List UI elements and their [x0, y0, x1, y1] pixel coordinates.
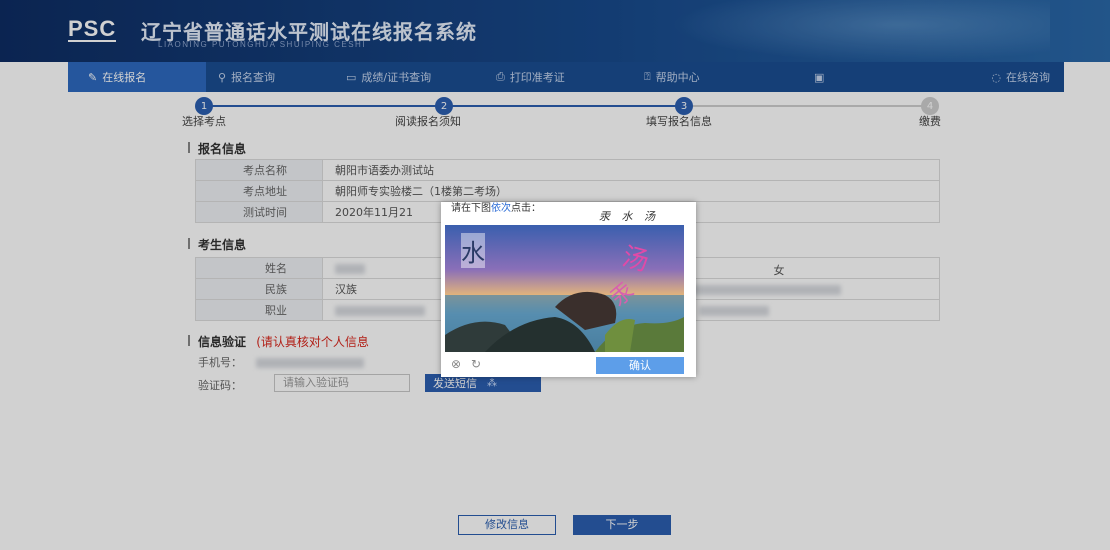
captcha-prompt: 请在下图依次点击： [451, 204, 571, 214]
search-icon: ⚲ [218, 70, 227, 84]
nav-item-document[interactable]: ▣ [802, 62, 912, 92]
captcha-image[interactable]: 水 汤 汞 [445, 225, 684, 352]
step-3-dot: 3 [675, 97, 693, 115]
step-connector [444, 105, 684, 107]
step-4-dot: 4 [921, 97, 939, 115]
refresh-icon[interactable]: ↻ [471, 357, 481, 371]
nav-label: 打印准考证 [509, 71, 565, 84]
verify-title: 信息验证 [198, 335, 247, 349]
redacted-value [670, 285, 841, 295]
captcha-confirm-button[interactable]: 确认 [596, 357, 684, 374]
redacted-value [698, 305, 769, 316]
nav-item-score-query[interactable]: ▭ 成绩/证书查询 [334, 62, 484, 92]
step-4-label: 缴费 [919, 115, 941, 128]
captcha-char: 水 [461, 233, 485, 268]
verification-code-input[interactable]: 请输入验证码 [274, 374, 410, 392]
nav-label: 成绩/证书查询 [361, 71, 432, 84]
send-sms-label: 发送短信 [433, 377, 477, 390]
section-verify-info: 信息验证 (请认真核对个人信息 [188, 333, 369, 350]
certificate-icon: ▭ [346, 70, 357, 84]
step-2-dot: 2 [435, 97, 453, 115]
section-registration-info: 报名信息 [188, 140, 246, 157]
step-1-label: 选择考点 [182, 115, 226, 128]
nav-item-register-query[interactable]: ⚲ 报名查询 [206, 62, 334, 92]
step-connector [204, 105, 444, 107]
gender-value: 女 [773, 263, 785, 277]
field-label: 考点名称 [195, 159, 323, 181]
nav-item-online-register[interactable]: ✎ 在线报名 [68, 62, 206, 92]
field-label: 职业 [195, 299, 323, 321]
redacted-occupation [335, 305, 425, 316]
site-subtitle: LIAONING PUTONGHUA SHUIPING CESHI [158, 40, 367, 49]
phone-label: 手机号： [198, 354, 364, 370]
next-step-button[interactable]: 下一步 [573, 515, 671, 535]
nav-label: 帮助中心 [655, 71, 700, 84]
nav-item-print-ticket[interactable]: ⎙ 打印准考证 [484, 62, 632, 92]
step-1-dot: 1 [195, 97, 213, 115]
verify-warning: (请认真核对个人信息 [256, 335, 369, 349]
captcha-footer: ⊗ ↻ 确认 [441, 354, 696, 376]
nav-item-help-center[interactable]: ⍰ 帮助中心 [632, 62, 802, 92]
step-3-label: 填写报名信息 [646, 115, 712, 128]
ethnicity-value: 汉族 [335, 283, 357, 296]
nav-item-online-consult[interactable]: ◌ 在线咨询 [912, 62, 1062, 92]
site-header: PSC 辽宁省普通话水平测试在线报名系统 LIAONING PUTONGHUA … [0, 0, 1110, 62]
document-icon: ▣ [814, 70, 825, 84]
captcha-dialog: 请在下图依次点击： 汞 水 汤 水 汤 汞 ⊗ ↻ 确认 [441, 202, 696, 377]
main-nav: ✎ 在线报名 ⚲ 报名查询 ▭ 成绩/证书查询 ⎙ 打印准考证 ⍰ 帮助中心 ▣… [68, 62, 1064, 92]
phone-label-text: 手机号： [198, 356, 242, 369]
help-icon: ⍰ [644, 70, 651, 83]
close-icon[interactable]: ⊗ [451, 357, 461, 371]
field-label: 民族 [195, 278, 323, 300]
table-row: 考点地址 朝阳师专实验楼二（1楼第二考场） [195, 180, 940, 202]
captcha-target-chars: 汞 水 汤 [599, 210, 659, 223]
step-connector [684, 105, 930, 107]
edit-icon: ✎ [88, 70, 98, 84]
nav-label: 在线咨询 [1006, 71, 1050, 84]
table-row: 考点名称 朝阳市语委办测试站 [195, 159, 940, 181]
modify-info-button[interactable]: 修改信息 [458, 515, 556, 535]
prompt-prefix: 请在下图 [451, 203, 491, 214]
code-label: 验证码： [198, 379, 242, 392]
redacted-phone [255, 358, 364, 368]
sparkle-icon: ⁂ [487, 377, 497, 389]
prompt-highlight: 依次 [491, 203, 511, 214]
field-label: 考点地址 [195, 180, 323, 202]
printer-icon: ⎙ [496, 70, 505, 83]
field-value: 朝阳师专实验楼二（1楼第二考场） [322, 180, 940, 202]
field-value: 朝阳市语委办测试站 [322, 159, 940, 181]
redacted-name [335, 263, 365, 274]
nav-label: 在线报名 [102, 71, 147, 84]
nav-label: 报名查询 [231, 71, 276, 84]
step-2-label: 阅读报名须知 [395, 115, 461, 128]
prompt-suffix: 点击： [511, 203, 541, 214]
field-label: 测试时间 [195, 201, 323, 223]
psc-logo: PSC [68, 16, 117, 42]
chat-icon: ◌ [991, 70, 1001, 84]
field-label: 姓名 [195, 257, 323, 279]
section-candidate-info: 考生信息 [188, 236, 246, 253]
